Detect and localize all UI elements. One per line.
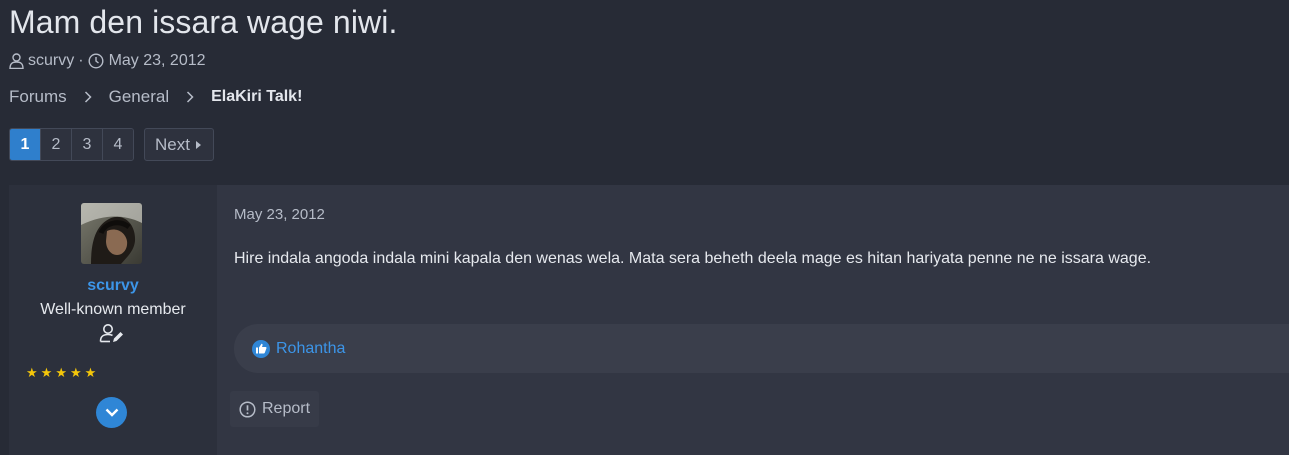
- post-date[interactable]: May 23, 2012: [234, 206, 325, 223]
- page-1-button[interactable]: 1: [10, 129, 40, 160]
- chevron-right-icon: [186, 91, 194, 103]
- exclamation-circle-icon: [239, 400, 256, 418]
- page-number-group: 1 2 3 4: [9, 128, 134, 161]
- avatar[interactable]: [81, 203, 142, 264]
- caret-right-icon: [195, 140, 201, 149]
- chevron-down-icon: [105, 404, 119, 422]
- breadcrumb-forums[interactable]: Forums: [9, 87, 67, 107]
- page-3-button[interactable]: 3: [71, 129, 102, 160]
- meta-separator: ·: [78, 52, 84, 69]
- post-username[interactable]: scurvy: [9, 277, 217, 295]
- breadcrumb-general[interactable]: General: [109, 87, 169, 107]
- reactions-bar: Rohantha: [234, 324, 1289, 373]
- breadcrumb-current[interactable]: ElaKiri Talk!: [211, 88, 302, 106]
- next-page-button[interactable]: Next: [144, 128, 214, 161]
- thread-meta: scurvy · May 23, 2012: [9, 51, 206, 71]
- post-user-cell: scurvy Well-known member ★ ★ ★ ★ ★: [9, 185, 217, 455]
- report-button[interactable]: Report: [230, 391, 320, 427]
- star-icon: ★: [40, 365, 53, 380]
- star-icon: ★: [26, 365, 38, 380]
- next-label: Next: [155, 134, 190, 154]
- user-edit-icon: [99, 323, 125, 350]
- user-title: Well-known member: [40, 301, 186, 318]
- post: scurvy Well-known member ★ ★ ★ ★ ★ May 2…: [9, 185, 1289, 455]
- like-icon: [252, 339, 270, 358]
- report-label: Report: [262, 400, 311, 417]
- user-rating-stars: ★ ★ ★ ★ ★: [26, 366, 96, 379]
- breadcrumb: Forums General ElaKiri Talk!: [9, 86, 302, 108]
- page-4-button[interactable]: 4: [102, 129, 133, 160]
- star-icon: ★: [55, 365, 67, 380]
- star-icon: ★: [84, 365, 97, 380]
- thread-title: Mam den issara wage niwi.: [9, 4, 398, 40]
- expand-user-info-button[interactable]: [96, 397, 127, 428]
- post-body: Hire indala angoda indala mini kapala de…: [234, 250, 1152, 267]
- thread-date-link[interactable]: May 23, 2012: [109, 52, 206, 70]
- pagination: 1 2 3 4 Next: [9, 128, 214, 161]
- chevron-right-icon: [84, 91, 92, 103]
- thread-author-link[interactable]: scurvy: [28, 52, 74, 70]
- page-2-button[interactable]: 2: [40, 129, 71, 160]
- star-icon: ★: [69, 365, 82, 380]
- user-icon: [9, 53, 24, 69]
- reaction-user-link[interactable]: Rohantha: [276, 340, 345, 358]
- clock-icon: [88, 53, 104, 69]
